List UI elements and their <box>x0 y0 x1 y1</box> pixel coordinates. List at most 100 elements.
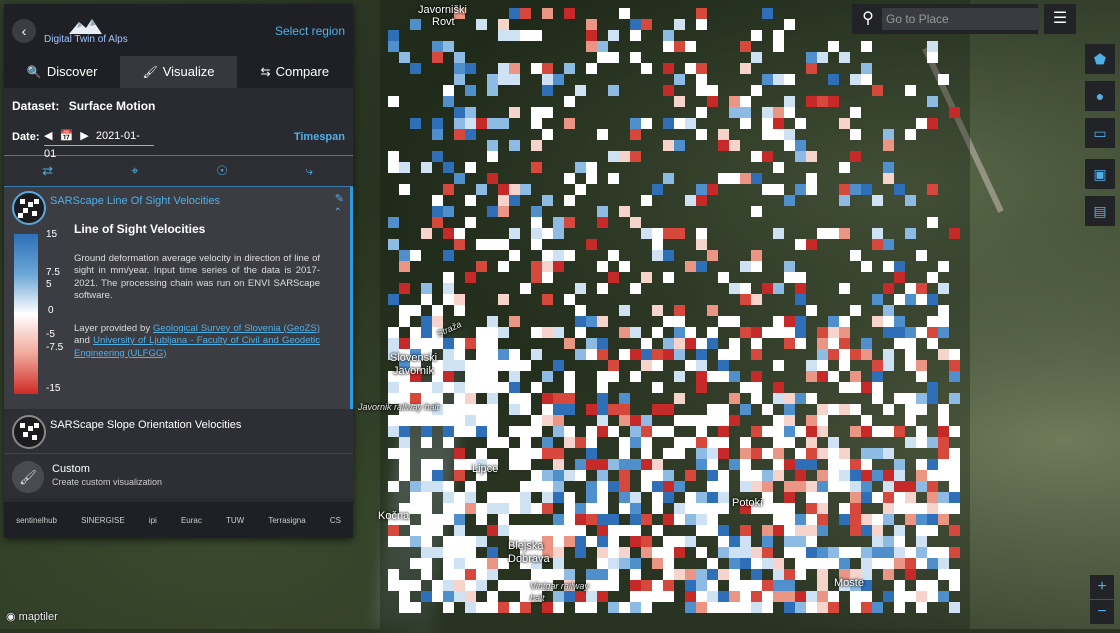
layer-item-slope-velocities[interactable]: SARScape Slope Orientation Velocities <box>4 409 353 454</box>
partner-logo[interactable]: ipi <box>149 516 157 525</box>
velocity-cell <box>718 129 729 140</box>
velocity-cell <box>927 481 938 492</box>
velocity-cell <box>718 481 729 492</box>
velocity-cell <box>454 415 465 426</box>
velocity-cell <box>498 360 509 371</box>
layer-item-los-velocities[interactable]: SARScape Line Of Sight Velocities ✎ ⌃ 15… <box>4 187 353 409</box>
search-input[interactable] <box>882 8 1040 30</box>
date-picker[interactable]: ◀ 📅 ▶ 2021-01-01 <box>44 127 154 160</box>
tab-visualize[interactable]: 🖌 Visualize <box>120 56 237 88</box>
velocity-cell <box>454 118 465 129</box>
velocity-cell <box>421 591 432 602</box>
back-button[interactable]: ‹ <box>12 19 36 43</box>
partner-logo[interactable]: sentinelhub <box>16 516 57 525</box>
velocity-cell <box>575 536 586 547</box>
velocity-cell <box>652 404 663 415</box>
partner-logo[interactable]: Eurac <box>181 516 202 525</box>
velocity-cell <box>630 151 641 162</box>
partner-logo[interactable]: CS <box>330 516 341 525</box>
velocity-cell <box>630 118 641 129</box>
zoom-in-button[interactable]: + <box>1090 575 1114 599</box>
velocity-cell <box>575 316 586 327</box>
velocity-cell <box>751 580 762 591</box>
velocity-cell <box>476 118 487 129</box>
velocity-cell <box>542 503 553 514</box>
velocity-cell <box>432 382 443 393</box>
velocity-cell <box>883 503 894 514</box>
prev-date-icon[interactable]: ◀ <box>44 130 52 142</box>
velocity-cell <box>498 514 509 525</box>
partner-logo[interactable]: TUW <box>226 516 244 525</box>
velocity-cell <box>696 184 707 195</box>
velocity-cell <box>641 514 652 525</box>
velocity-cell <box>883 162 894 173</box>
velocity-cell <box>905 437 916 448</box>
velocity-cell <box>916 283 927 294</box>
velocity-cell <box>751 327 762 338</box>
search-icon[interactable]: ⚲ <box>856 8 880 30</box>
custom-visualization-item[interactable]: 🖌 Custom Create custom visualization <box>4 454 353 498</box>
layer-title[interactable]: SARScape Slope Orientation Velocities <box>50 419 241 431</box>
velocity-cell <box>388 217 399 228</box>
chart-icon[interactable]: ▤ <box>1085 196 1115 226</box>
tab-compare[interactable]: ⇆ Compare <box>237 56 353 88</box>
zoom-out-button[interactable]: − <box>1090 600 1114 624</box>
select-region-link[interactable]: Select region <box>275 24 345 38</box>
velocity-cell <box>575 514 586 525</box>
layers-icon[interactable]: ☰ <box>1044 4 1076 34</box>
velocity-cell <box>740 63 751 74</box>
edit-icon[interactable]: ✎ <box>335 192 344 205</box>
collapse-icon[interactable]: ⌃ <box>334 207 342 218</box>
velocity-cell <box>520 481 531 492</box>
share-icon[interactable]: ⤷ <box>266 156 353 186</box>
velocity-cell <box>575 283 586 294</box>
brush-icon: 🖌 <box>142 65 158 79</box>
map-attribution[interactable]: ◉ maptiler <box>6 610 58 623</box>
velocity-cell <box>916 294 927 305</box>
velocity-cell <box>905 514 916 525</box>
velocity-cell <box>762 558 773 569</box>
velocity-cell <box>432 481 443 492</box>
velocity-cell <box>927 580 938 591</box>
velocity-cell <box>454 74 465 85</box>
velocity-cell <box>652 525 663 536</box>
polygon-icon[interactable]: ⬟ <box>1085 44 1115 74</box>
location-pin-icon[interactable]: ● <box>1085 81 1115 111</box>
velocity-cell <box>641 118 652 129</box>
velocity-cell <box>410 415 421 426</box>
velocity-cell <box>817 327 828 338</box>
velocity-cell <box>388 327 399 338</box>
velocity-cell <box>487 327 498 338</box>
timespan-link[interactable]: Timespan <box>294 131 345 143</box>
partner-logo[interactable]: Terrasigna <box>268 516 305 525</box>
velocity-cell <box>520 448 531 459</box>
velocity-cell <box>432 338 443 349</box>
velocity-cell <box>828 558 839 569</box>
velocity-cell <box>762 74 773 85</box>
tab-discover[interactable]: 🔍 Discover <box>4 56 120 88</box>
provider-link-geozs[interactable]: Geological Survey of Slovenia (GeoZS) <box>153 323 320 334</box>
velocity-cell <box>828 448 839 459</box>
image-download-icon[interactable]: ▣ <box>1085 159 1115 189</box>
velocity-cell <box>630 19 641 30</box>
velocity-cell <box>762 492 773 503</box>
partner-logo[interactable]: SINERGISE <box>81 516 125 525</box>
eye-off-icon[interactable]: ☉ <box>179 156 266 186</box>
velocity-cell <box>509 195 520 206</box>
velocity-cell <box>883 481 894 492</box>
provider-link-ulfgg[interactable]: University of Ljubljana - Faculty of Civ… <box>74 335 320 359</box>
velocity-cell <box>674 140 685 151</box>
velocity-cell <box>586 404 597 415</box>
layer-title[interactable]: SARScape Line Of Sight Velocities <box>50 195 220 207</box>
velocity-cell <box>718 371 729 382</box>
calendar-icon[interactable]: 📅 <box>60 130 74 142</box>
ruler-icon[interactable]: ▭ <box>1085 118 1115 148</box>
velocity-cell <box>586 316 597 327</box>
velocity-cell <box>850 470 861 481</box>
velocity-cell <box>762 283 773 294</box>
crosshair-icon[interactable]: ⌖ <box>91 156 178 186</box>
velocity-cell <box>740 558 751 569</box>
next-date-icon[interactable]: ▶ <box>80 130 88 142</box>
velocity-cell <box>487 547 498 558</box>
provider-and: and <box>74 335 90 346</box>
